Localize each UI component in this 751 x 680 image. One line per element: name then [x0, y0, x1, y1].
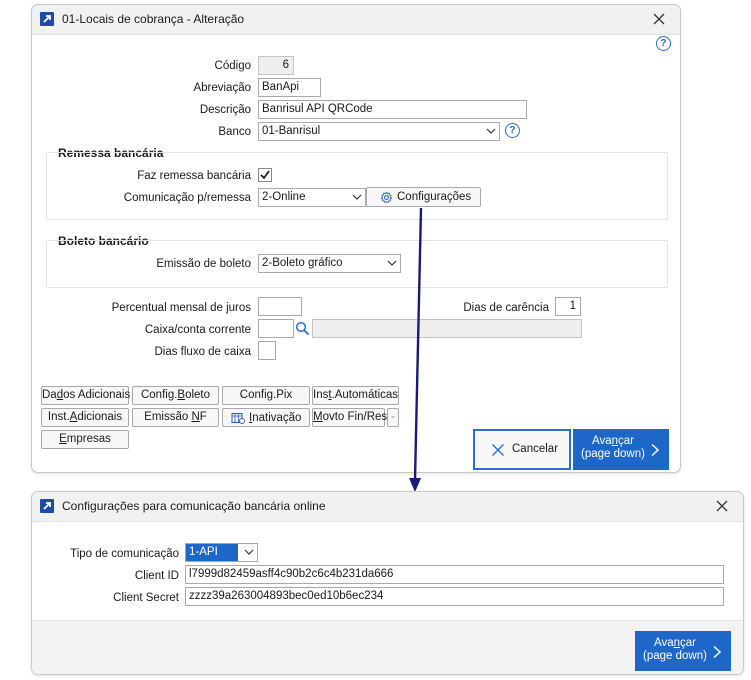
tipo-comunicacao-label: Tipo de comunicação — [70, 548, 179, 560]
chevron-down-icon — [244, 549, 254, 555]
gear-icon — [380, 191, 393, 204]
close-icon[interactable] — [650, 10, 668, 28]
carencia-field[interactable]: 1 — [555, 297, 581, 316]
help-icon[interactable]: ? — [656, 36, 671, 51]
emissao-boleto-value: 2-Boleto gráfico — [262, 257, 343, 269]
client-id-label: Client ID — [134, 570, 179, 582]
client-secret-label: Client Secret — [113, 592, 179, 604]
comunicacao-select[interactable]: 2-Online — [258, 188, 366, 207]
calendar-icon — [231, 413, 245, 424]
emissao-boleto-select[interactable]: 2-Boleto gráfico — [258, 254, 401, 273]
fluxo-label: Dias fluxo de caixa — [154, 346, 251, 358]
title-bar: 01-Locais de cobrança - Alteração — [32, 5, 680, 35]
comunicacao-value: 2-Online — [262, 191, 306, 203]
caixa-field[interactable] — [258, 319, 294, 338]
dados-adicionais-button[interactable]: Dados Adicionais — [41, 386, 130, 405]
emissao-boleto-label: Emissão de boleto — [156, 258, 251, 270]
empresas-button[interactable]: Empresas — [41, 430, 129, 449]
close-icon[interactable] — [713, 497, 731, 515]
search-icon[interactable] — [295, 321, 310, 336]
arrow-up-right-icon — [40, 12, 54, 26]
inst-adicionais-button[interactable]: Inst.Adicionais — [41, 408, 129, 427]
emissao-nf-button[interactable]: Emissão NF — [132, 408, 219, 427]
caixa-description-field — [312, 319, 582, 338]
codigo-label: Código — [214, 60, 251, 72]
caixa-label: Caixa/conta corrente — [144, 324, 251, 336]
configuracoes-label: Configurações — [397, 191, 472, 203]
config-boleto-button[interactable]: Config.Boleto — [132, 386, 219, 405]
avancar-sub-label: (page down) — [643, 650, 707, 662]
avancar-button[interactable]: Avançar (page down) — [573, 429, 669, 470]
faz-remessa-label: Faz remessa bancária — [137, 170, 251, 182]
descricao-field[interactable]: Banrisul API QRCode — [258, 100, 527, 119]
client-id-field[interactable]: l7999d82459asff4c90b2c6c4b231da666 — [185, 565, 724, 584]
avancar-sub-label: (page down) — [581, 448, 645, 460]
arrow-up-right-icon — [40, 499, 54, 513]
abreviacao-label: Abreviação — [193, 82, 251, 94]
movto-fin-res-button[interactable]: Movto Fin/Res — [312, 408, 387, 427]
juros-field[interactable] — [258, 297, 302, 316]
banco-select[interactable]: 01-Banrisul — [258, 122, 500, 141]
banco-label: Banco — [218, 126, 251, 138]
tipo-comunicacao-select[interactable]: 1-API — [185, 543, 258, 562]
carencia-label: Dias de carência — [463, 302, 549, 314]
codigo-field: 6 — [258, 56, 294, 75]
title-bar: Configurações para comunicação bancária … — [32, 492, 743, 522]
abreviacao-field[interactable]: BanApi — [258, 78, 321, 97]
chevron-down-icon — [387, 260, 397, 266]
cancelar-button[interactable]: Cancelar — [473, 429, 571, 470]
banco-help-icon[interactable]: ? — [505, 123, 520, 138]
window-title: Configurações para comunicação bancária … — [62, 499, 326, 513]
client-secret-field[interactable]: zzzz39a263004893bec0ed10b6ec234 — [185, 587, 724, 606]
window-title: 01-Locais de cobrança - Alteração — [62, 12, 245, 26]
more-buttons-button[interactable]: - — [387, 408, 399, 427]
fluxo-field[interactable] — [258, 341, 276, 360]
tipo-comunicacao-value: 1-API — [186, 544, 238, 561]
juros-label: Percentual mensal de juros — [111, 302, 251, 314]
inativacao-button[interactable]: Inativação — [222, 408, 310, 427]
remessa-group — [46, 152, 668, 220]
chevron-right-icon — [651, 443, 660, 457]
descricao-label: Descrição — [199, 104, 251, 116]
chevron-down-icon — [352, 194, 362, 200]
faz-remessa-checkbox[interactable] — [258, 168, 272, 182]
close-icon — [492, 444, 504, 456]
banco-value: 01-Banrisul — [262, 125, 321, 137]
chevron-down-icon — [486, 128, 496, 134]
chevron-right-icon — [713, 645, 722, 659]
avancar-button[interactable]: Avançar (page down) — [635, 631, 731, 671]
cancelar-label: Cancelar — [512, 443, 559, 455]
configuracoes-button[interactable]: Configurações — [366, 187, 481, 207]
config-pix-button[interactable]: Config.Pix — [222, 386, 310, 405]
inst-automaticas-button[interactable]: Inst.Automáticas — [312, 386, 399, 405]
comunicacao-online-window: Configurações para comunicação bancária … — [31, 491, 744, 675]
comunicacao-label: Comunicação p/remessa — [123, 192, 251, 204]
locais-cobranca-window: 01-Locais de cobrança - Alteração ? Códi… — [31, 4, 681, 473]
